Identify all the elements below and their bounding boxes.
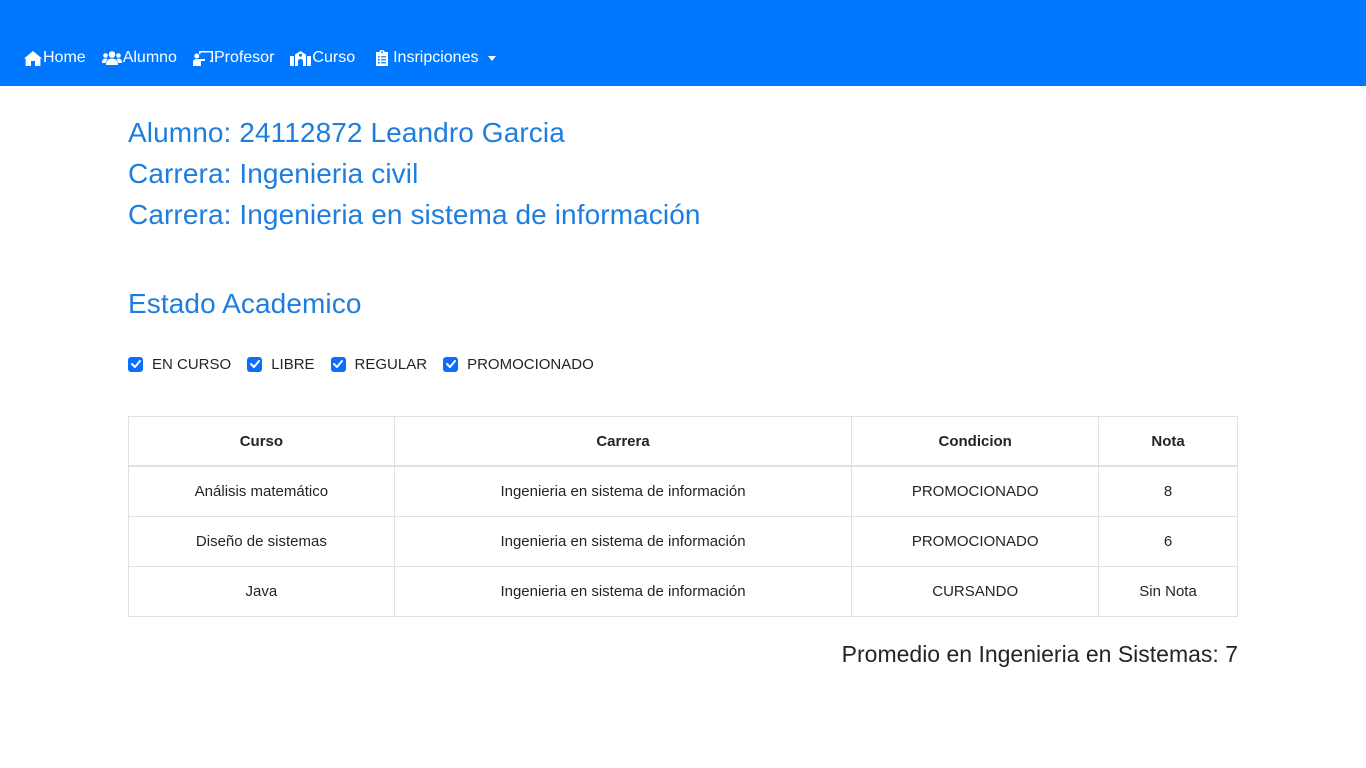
- nav-dropdown-inscripciones-label: Insripciones: [393, 49, 479, 66]
- table-row: Diseño de sistemas Ingenieria en sistema…: [128, 516, 1238, 567]
- filter-label: LIBRE: [271, 355, 315, 373]
- checkbox-en-curso[interactable]: [128, 356, 143, 372]
- cell-condicion: CURSANDO: [851, 566, 1100, 617]
- chalkboard-teacher-icon: [192, 50, 213, 66]
- filter-label: PROMOCIONADO: [467, 355, 594, 373]
- column-header-condicion: Condicion: [851, 416, 1100, 467]
- cell-carrera: Ingenieria en sistema de información: [393, 566, 853, 617]
- carrera-heading-1: Carrera: Ingenieria civil: [128, 158, 419, 189]
- filter-libre: LIBRE: [247, 355, 315, 373]
- filter-promocionado: PROMOCIONADO: [443, 356, 594, 373]
- cell-carrera: Ingenieria en sistema de información: [393, 516, 853, 567]
- nav-item-home-label: Home: [43, 49, 86, 66]
- filter-regular: REGULAR: [330, 355, 428, 373]
- nav-item-curso-label: Curso: [312, 49, 356, 66]
- top-navbar: Home Alumno Profesor Curso Insripciones: [0, 0, 1366, 86]
- table-row: Java Ingenieria en sistema de informació…: [128, 566, 1238, 617]
- promedio-summary: Promedio en Ingenieria en Sistemas: 7: [841, 641, 1238, 667]
- cell-curso: Análisis matemático: [128, 465, 395, 517]
- nav-dropdown-inscripciones[interactable]: Insripciones: [375, 49, 497, 67]
- alumno-heading: Alumno: 24112872 Leandro Garcia: [128, 117, 565, 148]
- nav-item-profesor-label: Profesor: [213, 49, 275, 66]
- check-icon: [333, 360, 344, 368]
- table-header-row: Curso Carrera Condicion Nota: [128, 416, 1238, 467]
- carrera-heading-2: Carrera: Ingenieria en sistema de inform…: [128, 199, 701, 230]
- cell-nota: 6: [1098, 516, 1238, 567]
- nav-item-home[interactable]: Home: [24, 49, 86, 67]
- nav-menu: Home Alumno Profesor Curso Insripciones: [24, 47, 512, 69]
- clipboard-list-icon: [376, 50, 389, 66]
- checkbox-regular[interactable]: [330, 356, 346, 372]
- checkbox-promocionado[interactable]: [443, 356, 459, 372]
- section-title: Estado Academico: [128, 288, 362, 319]
- filter-en-curso: EN CURSO: [128, 356, 231, 373]
- condition-filters: EN CURSO LIBRE REGULAR PROMOCIONADO: [128, 355, 610, 373]
- column-header-curso: Curso: [128, 416, 395, 467]
- cell-condicion: PROMOCIONADO: [851, 465, 1100, 517]
- nav-item-curso[interactable]: Curso: [290, 49, 355, 67]
- home-icon: [24, 50, 42, 66]
- cell-carrera: Ingenieria en sistema de información: [393, 465, 853, 517]
- cell-nota: Sin Nota: [1098, 566, 1238, 617]
- filter-label: REGULAR: [354, 355, 428, 373]
- check-icon: [130, 360, 141, 368]
- filter-label: EN CURSO: [152, 355, 232, 373]
- table-row: Análisis matemático Ingenieria en sistem…: [128, 465, 1238, 517]
- nav-item-alumno[interactable]: Alumno: [101, 49, 177, 67]
- cell-curso: Diseño de sistemas: [128, 516, 395, 567]
- chevron-down-icon: [488, 56, 497, 61]
- checkbox-libre[interactable]: [247, 356, 263, 372]
- column-header-nota: Nota: [1098, 416, 1238, 467]
- check-icon: [249, 360, 260, 368]
- check-icon: [445, 360, 456, 368]
- nav-item-alumno-label: Alumno: [122, 49, 177, 66]
- nav-item-profesor[interactable]: Profesor: [192, 49, 275, 67]
- users-icon: [101, 51, 122, 65]
- cell-nota: 8: [1098, 465, 1238, 517]
- cell-condicion: PROMOCIONADO: [851, 516, 1100, 567]
- cell-curso: Java: [128, 566, 395, 617]
- column-header-carrera: Carrera: [393, 416, 853, 467]
- school-icon: [290, 50, 312, 66]
- academic-status-table: Curso Carrera Condicion Nota Análisis ma…: [128, 416, 1238, 617]
